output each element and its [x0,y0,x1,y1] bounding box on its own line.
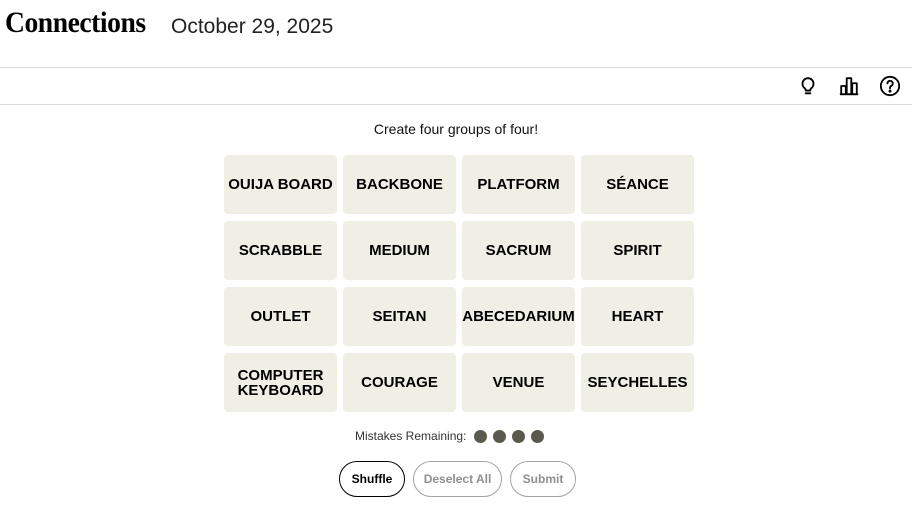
word-tile[interactable]: MEDIUM [343,221,456,280]
word-tile[interactable]: HEART [581,287,694,346]
word-tile[interactable]: SEITAN [343,287,456,346]
word-tile[interactable]: OUIJA BOARD [224,155,337,214]
puzzle-date: October 29, 2025 [171,15,334,38]
submit-button[interactable]: Submit [510,461,576,497]
word-tile[interactable]: SPIRIT [581,221,694,280]
word-tile[interactable]: SACRUM [462,221,575,280]
header: Connections October 29, 2025 [0,0,912,68]
word-tile[interactable]: PLATFORM [462,155,575,214]
lightbulb-icon[interactable] [797,75,819,97]
word-tile[interactable]: COURAGE [343,353,456,412]
app-title: Connections [5,6,146,39]
leaderboard-icon[interactable] [838,75,860,97]
mistake-dots [474,429,545,443]
word-tile[interactable]: BACKBONE [343,155,456,214]
instructions: Create four groups of four! [373,121,539,137]
word-tile[interactable]: SÉANCE [581,155,694,214]
word-grid: OUIJA BOARD BACKBONE PLATFORM SÉANCE SCR… [224,155,694,412]
toolbar [0,68,912,105]
mistakes-label: Mistakes Remaining: [355,429,467,443]
mistakes-remaining: Mistakes Remaining: [355,429,545,443]
mistake-dot [512,429,526,443]
deselect-all-button[interactable]: Deselect All [413,461,502,497]
word-tile[interactable]: ABECEDARIUM [462,287,575,346]
mistake-dot [474,429,488,443]
word-tile[interactable]: SEYCHELLES [581,353,694,412]
mistake-dot [531,429,545,443]
word-tile[interactable]: COMPUTER KEYBOARD [224,353,337,412]
mistake-dot [493,429,507,443]
shuffle-button[interactable]: Shuffle [339,461,405,497]
word-tile[interactable]: OUTLET [224,287,337,346]
word-tile[interactable]: VENUE [462,353,575,412]
word-tile[interactable]: SCRABBLE [224,221,337,280]
help-icon[interactable] [879,75,901,97]
